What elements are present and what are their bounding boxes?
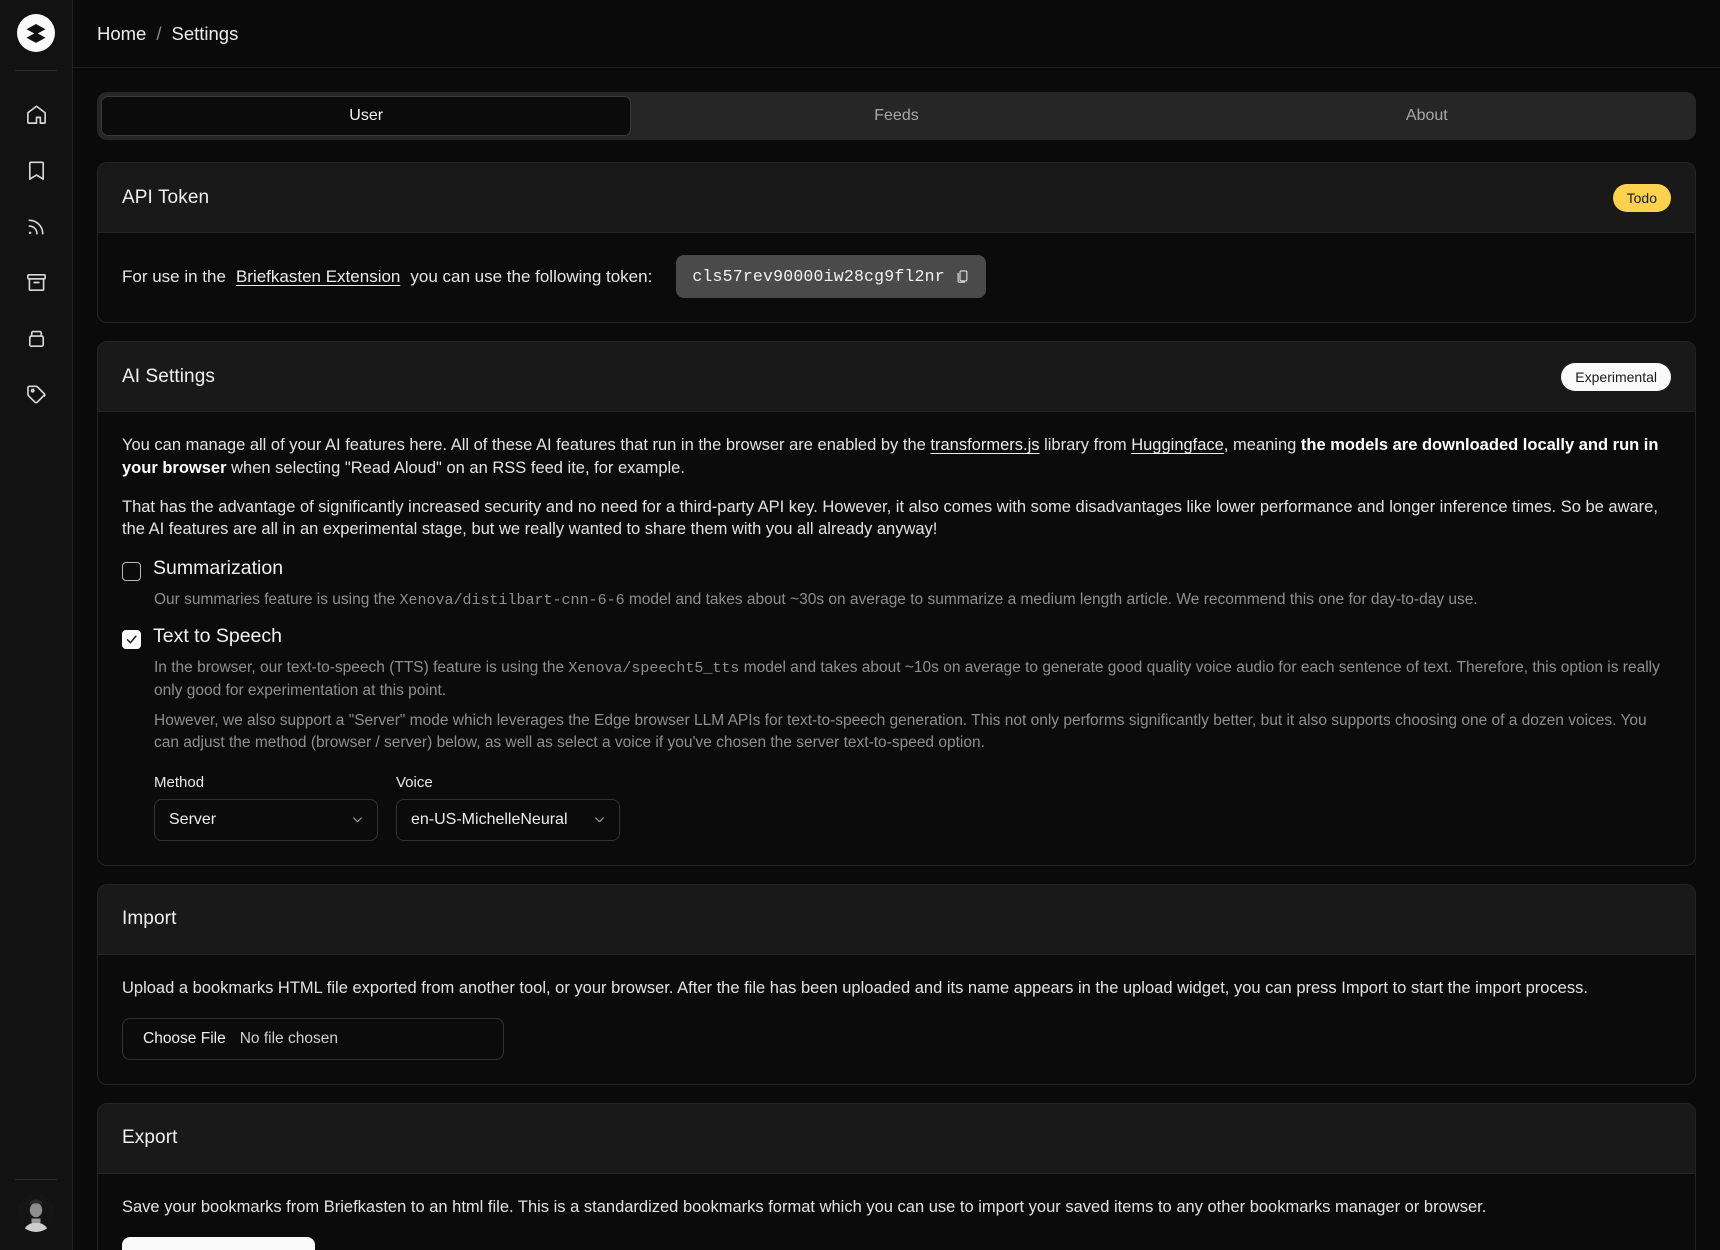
transformersjs-link[interactable]: transformers.js xyxy=(930,436,1039,454)
export-desc: Save your bookmarks from Briefkasten to … xyxy=(122,1197,1487,1216)
voice-field: Voice en-US-MichelleNeural xyxy=(396,774,620,841)
avatar[interactable] xyxy=(17,1194,55,1232)
topbar: Home / Settings xyxy=(73,0,1720,68)
ai-settings-body: You can manage all of your AI features h… xyxy=(98,412,1695,865)
tab-user[interactable]: User xyxy=(101,96,632,136)
settings-page: Home / Settings User Feeds About API Tok… xyxy=(0,0,1720,1250)
summarization-row: Summarization xyxy=(122,557,1671,582)
ai-paragraph-2: That has the advantage of significantly … xyxy=(122,497,1658,539)
file-input[interactable]: Choose File No file chosen xyxy=(122,1017,504,1060)
breadcrumb-current: Settings xyxy=(171,22,239,44)
sidebar-item-bookmarks[interactable] xyxy=(15,149,57,191)
export-card: Export Save your bookmarks from Briefkas… xyxy=(97,1102,1696,1250)
api-token-value[interactable]: cls57rev90000iw28cg9fl2nr xyxy=(676,255,986,298)
export-title: Export xyxy=(122,1127,178,1149)
summarization-desc-block: Our summaries feature is using the Xenov… xyxy=(154,589,1671,611)
tab-about[interactable]: About xyxy=(1162,96,1692,136)
tts-fields: Method Server Voice en-US-MichelleNeural xyxy=(154,774,1671,841)
summ-desc-a: Our summaries feature is using the xyxy=(154,591,400,609)
tts-model-name: Xenova/speecht5_tts xyxy=(568,660,740,678)
sidebar-item-tags[interactable] xyxy=(15,373,57,415)
chevron-down-icon xyxy=(592,812,607,827)
status-badge-experimental: Experimental xyxy=(1561,362,1671,391)
breadcrumb-home[interactable]: Home xyxy=(97,23,146,45)
export-bookmark-file-button[interactable]: Export Bookmark File xyxy=(122,1236,315,1250)
method-label: Method xyxy=(154,773,205,791)
huggingface-link[interactable]: Huggingface xyxy=(1131,436,1224,454)
summ-model-name: Xenova/distilbart-cnn-6-6 xyxy=(399,592,625,610)
sidebar xyxy=(0,0,73,1250)
api-token-string: cls57rev90000iw28cg9fl2nr xyxy=(692,267,945,286)
token-text-after: you can use the following token: xyxy=(410,266,653,286)
voice-value: en-US-MichelleNeural xyxy=(411,810,568,828)
tts-d1-a: In the browser, our text-to-speech (TTS)… xyxy=(154,659,569,677)
ai-p1-a: You can manage all of your AI features h… xyxy=(122,436,931,454)
tts-desc-1: In the browser, our text-to-speech (TTS)… xyxy=(154,657,1671,701)
tts-row: Text to Speech xyxy=(122,625,1671,650)
ai-paragraph-1: You can manage all of your AI features h… xyxy=(122,434,1671,480)
ai-p1-c: , meaning xyxy=(1223,436,1301,454)
sidebar-bottom xyxy=(0,1179,72,1232)
sidebar-divider xyxy=(15,70,57,71)
sidebar-nav xyxy=(15,93,57,415)
method-field: Method Server xyxy=(154,774,378,841)
breadcrumb: Home / Settings xyxy=(97,23,238,45)
tts-desc-block: In the browser, our text-to-speech (TTS)… xyxy=(154,657,1671,753)
token-row: For use in the Briefkasten Extension you… xyxy=(122,255,1671,298)
import-body: Upload a bookmarks HTML file exported fr… xyxy=(98,955,1695,1084)
ai-p1-b: library from xyxy=(1039,436,1132,454)
ai-p1-d: when selecting "Read Aloud" on an RSS fe… xyxy=(226,458,685,477)
api-token-header: API Token Todo xyxy=(98,163,1695,233)
tts-label[interactable]: Text to Speech xyxy=(153,625,282,648)
tts-checkbox[interactable] xyxy=(122,630,141,650)
breadcrumb-separator: / xyxy=(156,22,162,44)
choose-file-button[interactable]: Choose File xyxy=(143,1030,226,1048)
summarization-desc: Our summaries feature is using the Xenov… xyxy=(154,589,1671,611)
ai-settings-card: AI Settings Experimental You can manage … xyxy=(97,341,1696,866)
briefkasten-extension-link[interactable]: Briefkasten Extension xyxy=(236,267,400,287)
voice-label: Voice xyxy=(396,773,433,791)
sidebar-item-home[interactable] xyxy=(15,93,57,135)
copy-icon[interactable] xyxy=(955,269,970,284)
method-value: Server xyxy=(169,810,217,828)
main-area: Home / Settings User Feeds About API Tok… xyxy=(73,0,1720,1250)
tab-feeds[interactable]: Feeds xyxy=(631,96,1161,136)
import-title: Import xyxy=(122,908,177,930)
file-status-text: No file chosen xyxy=(239,1029,338,1047)
sidebar-item-archive[interactable] xyxy=(15,261,57,303)
import-desc: Upload a bookmarks HTML file exported fr… xyxy=(122,978,1588,997)
import-header: Import xyxy=(98,884,1695,955)
ai-settings-header: AI Settings Experimental xyxy=(98,342,1695,412)
export-body: Save your bookmarks from Briefkasten to … xyxy=(98,1174,1695,1250)
import-card: Import Upload a bookmarks HTML file expo… xyxy=(97,883,1696,1085)
chevron-down-icon xyxy=(350,812,365,827)
sidebar-item-collections[interactable] xyxy=(15,317,57,359)
briefkasten-logo-icon[interactable] xyxy=(17,14,55,52)
status-badge-todo: Todo xyxy=(1612,183,1671,212)
api-token-body: For use in the Briefkasten Extension you… xyxy=(98,233,1695,322)
ai-settings-title: AI Settings xyxy=(122,365,215,387)
export-header: Export xyxy=(98,1103,1695,1174)
summarization-checkbox[interactable] xyxy=(122,562,141,582)
api-token-title: API Token xyxy=(122,186,210,208)
settings-content: User Feeds About API Token Todo For use … xyxy=(73,68,1720,1250)
token-text-before: For use in the xyxy=(122,266,226,286)
tts-desc-2: However, we also support a "Server" mode… xyxy=(154,711,1647,751)
voice-select[interactable]: en-US-MichelleNeural xyxy=(396,798,620,841)
settings-tabs: User Feeds About xyxy=(97,92,1696,140)
sidebar-divider-bottom xyxy=(15,1179,57,1180)
sidebar-item-feeds[interactable] xyxy=(15,205,57,247)
summarization-label[interactable]: Summarization xyxy=(153,557,283,580)
method-select[interactable]: Server xyxy=(154,798,378,841)
summ-desc-b: model and takes about ~30s on average to… xyxy=(624,591,1478,609)
api-token-card: API Token Todo For use in the Briefkaste… xyxy=(97,162,1696,323)
